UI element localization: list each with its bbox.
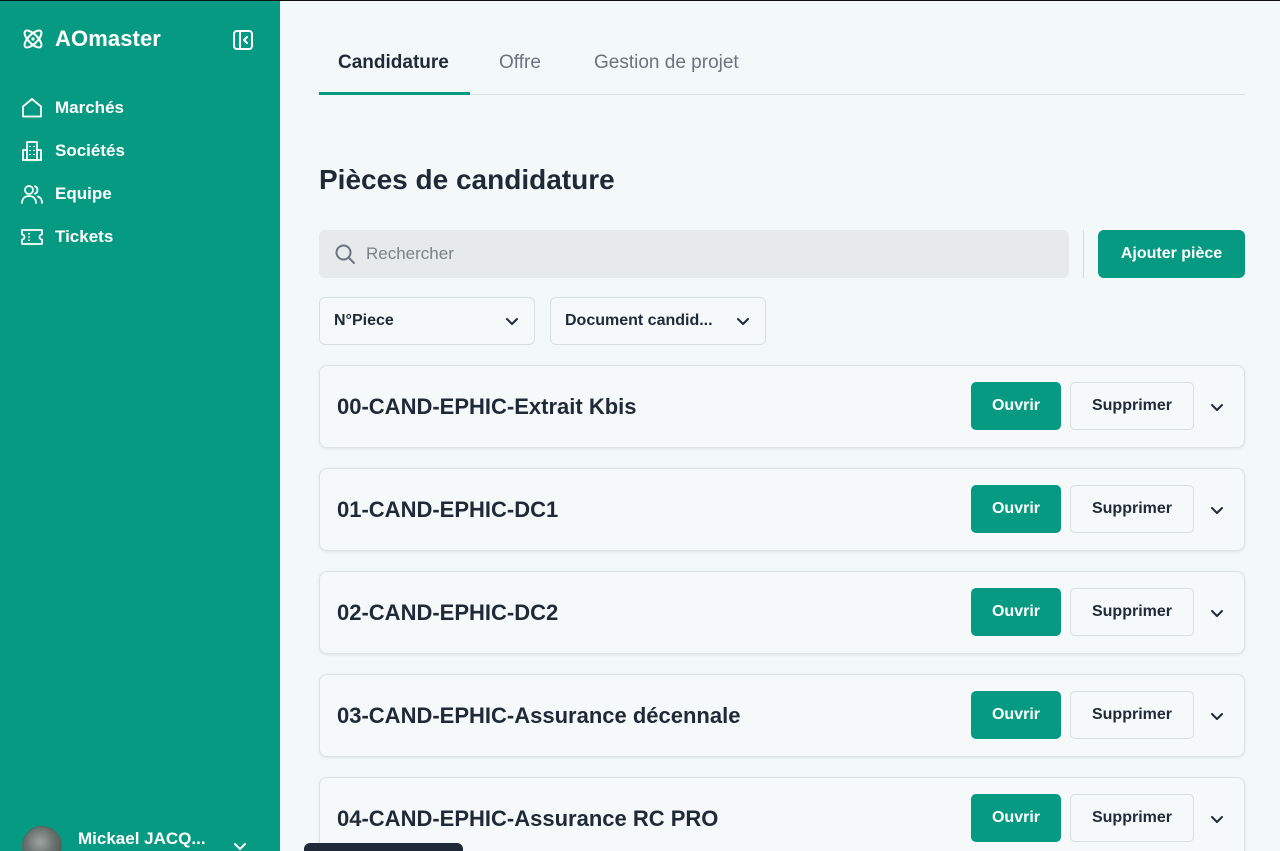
piece-card: 04-CAND-EPHIC-Assurance RC PRO Ouvrir Su…: [319, 777, 1245, 851]
tooltip: [304, 843, 463, 851]
chevron-down-icon: [234, 843, 246, 850]
chevron-down-icon[interactable]: [1208, 707, 1226, 725]
tab-offre[interactable]: Offre: [499, 52, 541, 74]
sidebar-item-equipe[interactable]: Equipe: [20, 172, 260, 215]
user-name: Mickael JACQ...: [78, 829, 206, 848]
collapse-sidebar-icon[interactable]: [232, 29, 254, 51]
open-button[interactable]: Ouvrir: [971, 691, 1061, 739]
delete-button[interactable]: Supprimer: [1070, 794, 1194, 842]
avatar: [22, 826, 62, 851]
piece-title: 03-CAND-EPHIC-Assurance décennale: [337, 703, 741, 728]
delete-button[interactable]: Supprimer: [1070, 485, 1194, 533]
sidebar-item-societes[interactable]: Sociétés: [20, 129, 260, 172]
brand[interactable]: AOmaster: [20, 26, 161, 52]
page-title: Pièces de candidature: [319, 164, 615, 195]
tab-gestion-de-projet[interactable]: Gestion de projet: [594, 52, 739, 74]
add-piece-button[interactable]: Ajouter pièce: [1098, 230, 1245, 278]
search-icon: [335, 244, 355, 264]
search-input[interactable]: [366, 244, 1046, 264]
sidebar-item-marches[interactable]: Marchés: [20, 86, 260, 129]
filter-value: N°Piece: [334, 312, 394, 329]
piece-title: 02-CAND-EPHIC-DC2: [337, 600, 559, 625]
app-name: AOmaster: [55, 26, 161, 51]
tab-candidature[interactable]: Candidature: [338, 52, 449, 74]
user-menu[interactable]: Mickael JACQ...: [22, 826, 246, 851]
open-button[interactable]: Ouvrir: [971, 382, 1061, 430]
piece-card: 01-CAND-EPHIC-DC1 Ouvrir Supprimer: [319, 468, 1245, 551]
open-button[interactable]: Ouvrir: [971, 794, 1061, 842]
search-bar: [319, 230, 1069, 278]
home-icon: [22, 97, 42, 117]
chevron-down-icon: [737, 318, 749, 325]
ticket-icon: [21, 228, 43, 245]
delete-button[interactable]: Supprimer: [1070, 382, 1194, 430]
sidebar-item-label: Equipe: [55, 183, 112, 203]
active-tab-indicator: [319, 92, 470, 95]
sidebar-item-label: Tickets: [55, 226, 114, 246]
open-button[interactable]: Ouvrir: [971, 588, 1061, 636]
piece-title: 00-CAND-EPHIC-Extrait Kbis: [337, 394, 637, 419]
building-icon: [22, 140, 42, 161]
piece-card: 02-CAND-EPHIC-DC2 Ouvrir Supprimer: [319, 571, 1245, 654]
piece-title: 01-CAND-EPHIC-DC1: [337, 497, 559, 522]
filter-document-type[interactable]: Document candid...: [550, 297, 766, 345]
main-content: Candidature Offre Gestion de projet Pièc…: [280, 0, 1280, 851]
filter-numero-piece[interactable]: N°Piece: [319, 297, 535, 345]
sidebar-item-label: Marchés: [55, 97, 124, 117]
piece-card: 03-CAND-EPHIC-Assurance décennale Ouvrir…: [319, 674, 1245, 757]
open-button[interactable]: Ouvrir: [971, 485, 1061, 533]
delete-button[interactable]: Supprimer: [1070, 691, 1194, 739]
chevron-down-icon[interactable]: [1208, 398, 1226, 416]
chevron-down-icon[interactable]: [1208, 810, 1226, 828]
users-icon: [21, 184, 43, 204]
chevron-down-icon[interactable]: [1208, 604, 1226, 622]
atom-logo-icon: [23, 29, 43, 49]
tab-bar: Candidature Offre Gestion de projet: [319, 40, 1245, 95]
piece-title: 04-CAND-EPHIC-Assurance RC PRO: [337, 806, 719, 831]
chevron-down-icon: [506, 318, 518, 325]
filter-value: Document candid...: [565, 312, 713, 329]
piece-card: 00-CAND-EPHIC-Extrait Kbis Ouvrir Suppri…: [319, 365, 1245, 448]
divider: [1083, 230, 1084, 278]
sidebar: AOmaster Marchés Sociétés Equipe Tickets…: [0, 0, 280, 851]
sidebar-item-label: Sociétés: [55, 140, 125, 160]
delete-button[interactable]: Supprimer: [1070, 588, 1194, 636]
sidebar-item-tickets[interactable]: Tickets: [20, 215, 260, 258]
chevron-down-icon[interactable]: [1208, 501, 1226, 519]
window-top-border: [0, 0, 1280, 1]
sidebar-nav: Marchés Sociétés Equipe Tickets: [20, 86, 260, 258]
